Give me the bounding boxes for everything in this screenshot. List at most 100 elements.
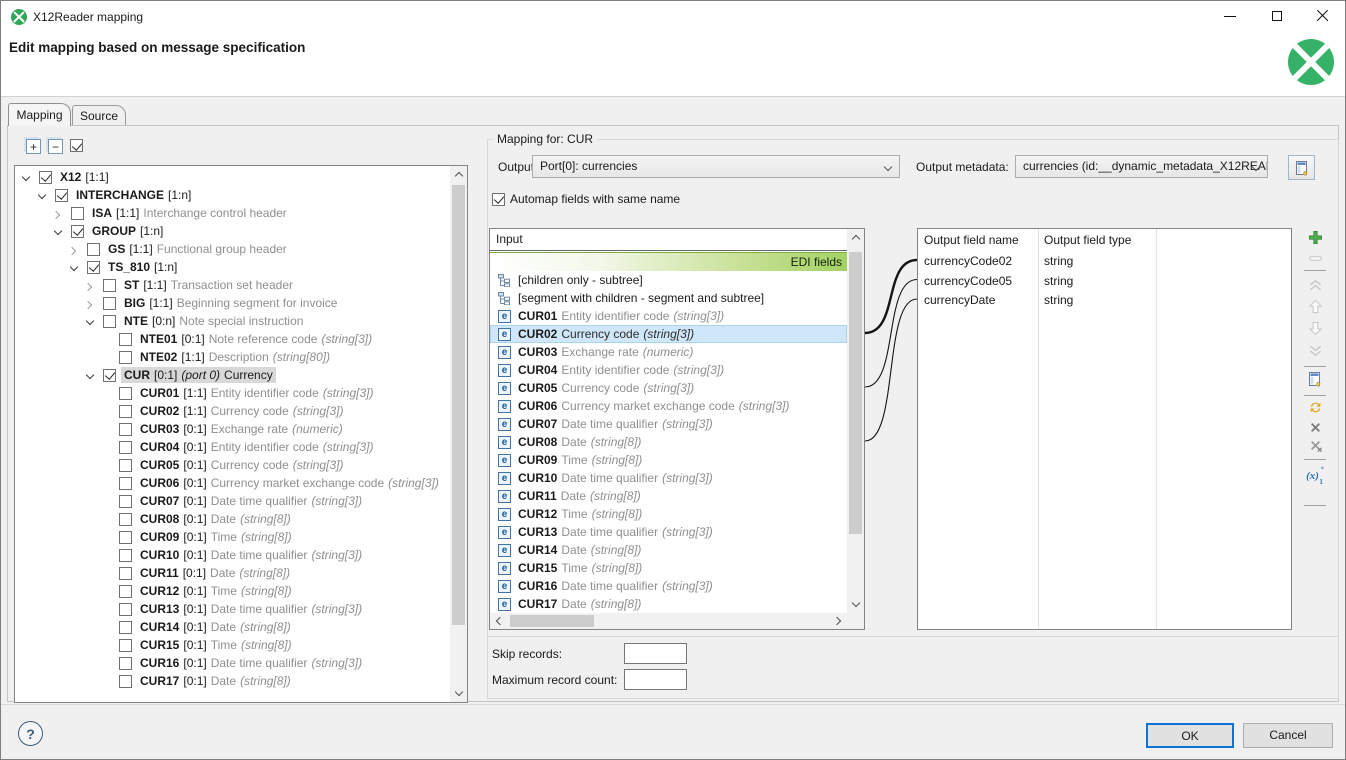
tree-row[interactable]: GS[1:1]Functional group header [15, 240, 450, 258]
tree-checkbox[interactable] [119, 477, 132, 490]
tree-checkbox[interactable] [39, 171, 52, 184]
scroll-right-icon[interactable] [830, 613, 847, 629]
expand-all-button[interactable]: + [26, 139, 41, 154]
tree-checkbox[interactable] [87, 243, 100, 256]
output-port-combobox[interactable]: Port[0]: currencies [532, 155, 900, 178]
tree-checkbox[interactable] [119, 423, 132, 436]
tree-row[interactable]: X12[1:1] [15, 168, 450, 186]
input-field-row[interactable]: eCUR08Date(string[8]) [490, 433, 847, 451]
tab-source[interactable]: Source [72, 105, 126, 126]
tree-checkbox[interactable] [119, 603, 132, 616]
tree-row[interactable]: NTE[0:n]Note special instruction [15, 312, 450, 330]
expander-closed-icon[interactable] [87, 294, 103, 312]
tree-checkbox[interactable] [119, 639, 132, 652]
expander-open-icon[interactable] [23, 168, 39, 186]
tree-row[interactable]: CUR01[1:1]Entity identifier code(string[… [15, 384, 450, 402]
tree-checkbox[interactable] [119, 675, 132, 688]
input-field-row[interactable]: eCUR17Date(string[8]) [490, 595, 847, 613]
tree-checkbox[interactable] [119, 387, 132, 400]
output-metadata-combobox[interactable]: currencies (id:__dynamic_metadata_X12REA… [1015, 155, 1268, 178]
input-field-row[interactable]: eCUR10Date time qualifier(string[3]) [490, 469, 847, 487]
input-field-row[interactable]: eCUR02Currency code(string[3]) [490, 325, 847, 343]
tree-checkbox[interactable] [119, 495, 132, 508]
move-down-button[interactable] [1306, 322, 1324, 340]
help-button[interactable]: ? [18, 721, 43, 746]
tree-checkbox[interactable] [103, 297, 116, 310]
tree-row[interactable]: CUR13[0:1]Date time qualifier(string[3]) [15, 600, 450, 618]
tree-row[interactable]: CUR15[0:1]Time(string[8]) [15, 636, 450, 654]
input-field-row[interactable]: eCUR03Exchange rate(numeric) [490, 343, 847, 361]
input-field-row[interactable]: eCUR15Time(string[8]) [490, 559, 847, 577]
input-field-row[interactable]: eCUR12Time(string[8]) [490, 505, 847, 523]
maximize-button[interactable] [1254, 1, 1299, 31]
tree-checkbox[interactable] [119, 351, 132, 364]
scroll-up-icon[interactable] [847, 229, 864, 246]
tree-row[interactable]: CUR10[0:1]Date time qualifier(string[3]) [15, 546, 450, 564]
expander-open-icon[interactable] [39, 186, 55, 204]
cancel-all-mappings-button[interactable] [1306, 439, 1324, 457]
tree-checkbox[interactable] [71, 207, 84, 220]
input-vertical-scrollbar[interactable] [847, 229, 864, 613]
tree-row[interactable]: TS_810[1:n] [15, 258, 450, 276]
tree-row[interactable]: CUR07[0:1]Date time qualifier(string[3]) [15, 492, 450, 510]
tree-checkbox[interactable] [119, 657, 132, 670]
tree-checkbox[interactable] [119, 567, 132, 580]
tree-checkbox[interactable] [71, 225, 84, 238]
check-all-button[interactable] [70, 139, 83, 152]
tree-scrollbar[interactable] [450, 166, 467, 702]
tree-checkbox[interactable] [103, 369, 116, 382]
tree-checkbox[interactable] [119, 459, 132, 472]
scroll-left-icon[interactable] [490, 613, 507, 629]
refresh-mapping-button[interactable] [1306, 401, 1324, 419]
tree-row[interactable]: BIG[1:1]Beginning segment for invoice [15, 294, 450, 312]
tree-checkbox[interactable] [119, 549, 132, 562]
skip-records-input[interactable] [624, 643, 687, 664]
tree-row[interactable]: CUR[0:1](port 0)Currency [15, 366, 450, 384]
tab-mapping[interactable]: Mapping [8, 103, 71, 126]
tree-row[interactable]: INTERCHANGE[1:n] [15, 186, 450, 204]
input-field-row[interactable]: eCUR09Time(string[8]) [490, 451, 847, 469]
tree-row[interactable]: CUR03[0:1]Exchange rate(numeric) [15, 420, 450, 438]
tree-checkbox[interactable] [119, 531, 132, 544]
add-field-button[interactable] [1306, 231, 1324, 249]
input-field-row[interactable]: [children only - subtree] [490, 271, 847, 289]
input-field-row[interactable]: eCUR01Entity identifier code(string[3]) [490, 307, 847, 325]
tree-row[interactable]: ISA[1:1]Interchange control header [15, 204, 450, 222]
input-field-row[interactable]: eCUR07Date time qualifier(string[3]) [490, 415, 847, 433]
output-field-row[interactable]: currencyCode05string [918, 272, 1291, 291]
tree-checkbox[interactable] [119, 441, 132, 454]
expander-closed-icon[interactable] [55, 204, 71, 222]
tree-row[interactable]: CUR08[0:1]Date(string[8]) [15, 510, 450, 528]
input-field-row[interactable]: eCUR13Date time qualifier(string[3]) [490, 523, 847, 541]
tree-checkbox[interactable] [103, 315, 116, 328]
remove-field-button[interactable] [1306, 252, 1324, 270]
tree-row[interactable]: CUR14[0:1]Date(string[8]) [15, 618, 450, 636]
minimize-button[interactable] [1207, 1, 1252, 31]
tree-row[interactable]: CUR09[0:1]Time(string[8]) [15, 528, 450, 546]
scroll-up-icon[interactable] [450, 166, 467, 183]
tree-row[interactable]: CUR05[0:1]Currency code(string[3]) [15, 456, 450, 474]
expander-open-icon[interactable] [71, 258, 87, 276]
tree-row[interactable]: ST[1:1]Transaction set header [15, 276, 450, 294]
tree-row[interactable]: CUR16[0:1]Date time qualifier(string[3]) [15, 654, 450, 672]
tree-checkbox[interactable] [119, 585, 132, 598]
tree-row[interactable]: CUR12[0:1]Time(string[8]) [15, 582, 450, 600]
input-field-row[interactable]: eCUR14Date(string[8]) [490, 541, 847, 559]
mapping-connection[interactable] [865, 260, 917, 333]
tree-checkbox[interactable] [119, 513, 132, 526]
max-record-count-input[interactable] [624, 669, 687, 690]
tree-row[interactable]: NTE02[1:1]Description(string[80]) [15, 348, 450, 366]
tree-checkbox[interactable] [55, 189, 68, 202]
move-up-button[interactable] [1306, 300, 1324, 318]
scrollbar-thumb[interactable] [452, 185, 465, 625]
move-bottom-button[interactable] [1306, 344, 1324, 362]
tree-checkbox[interactable] [87, 261, 100, 274]
tree-row[interactable]: CUR06[0:1]Currency market exchange code(… [15, 474, 450, 492]
expander-open-icon[interactable] [87, 312, 103, 330]
cancel-button[interactable]: Cancel [1243, 723, 1333, 748]
input-field-row[interactable]: [segment with children - segment and sub… [490, 289, 847, 307]
scrollbar-thumb[interactable] [849, 252, 862, 534]
input-field-row[interactable]: eCUR04Entity identifier code(string[3]) [490, 361, 847, 379]
close-button[interactable] [1300, 1, 1345, 31]
edit-metadata-button[interactable] [1288, 155, 1315, 180]
